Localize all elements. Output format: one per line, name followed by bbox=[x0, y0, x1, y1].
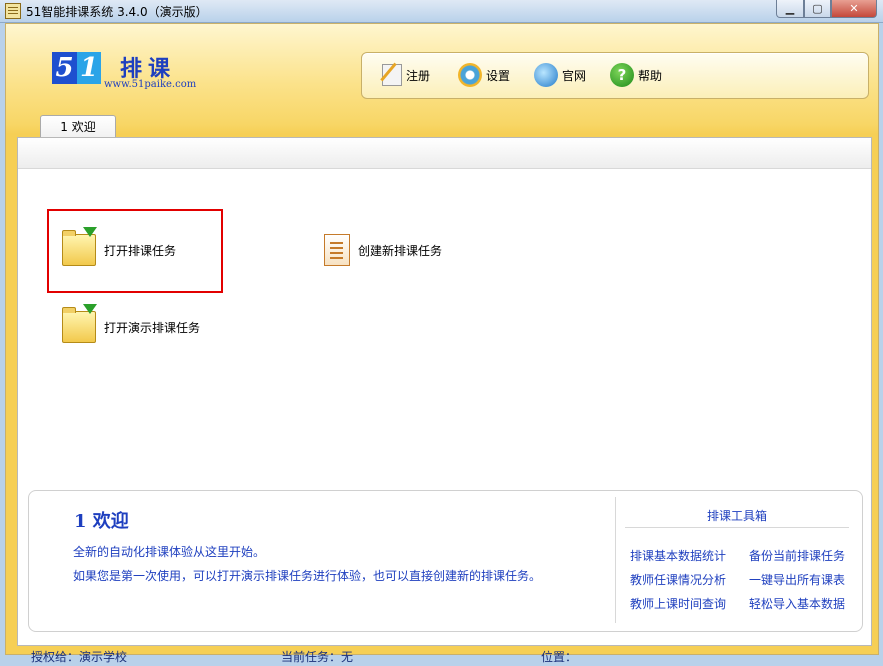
toolbox-title: 排课工具箱 bbox=[706, 509, 767, 523]
tool-link-export-timetables[interactable]: 一键导出所有课表 bbox=[749, 571, 845, 588]
content-header-band bbox=[18, 138, 871, 169]
panel-divider bbox=[615, 497, 616, 623]
demo-folder-icon bbox=[62, 304, 97, 343]
logo-url: www.51paike.com bbox=[104, 79, 197, 90]
website-globe-icon bbox=[534, 63, 558, 87]
register-icon bbox=[382, 64, 402, 86]
tool-link-import-data[interactable]: 轻松导入基本数据 bbox=[749, 595, 845, 612]
maximize-button[interactable]: ▢ bbox=[804, 0, 831, 18]
settings-label: 设置 bbox=[486, 68, 511, 83]
close-button[interactable]: ✕ bbox=[831, 0, 877, 18]
toolbar: 注册 设置 官网 ? 帮助 bbox=[361, 52, 869, 99]
tool-link-teacher-schedule[interactable]: 教师上课时间查询 bbox=[630, 595, 726, 612]
window-title: 51智能排课系统 3.4.0（演示版） bbox=[26, 5, 208, 19]
open-demo-task-label: 打开演示排课任务 bbox=[104, 320, 201, 335]
help-button[interactable]: ? 帮助 bbox=[610, 61, 662, 89]
main-frame: 5 1 排课 www.51paike.com 注册 设置 官网 ? 帮助 1 欢… bbox=[5, 23, 879, 664]
tool-link-teacher-analysis[interactable]: 教师任课情况分析 bbox=[630, 571, 726, 588]
toolbox-divider bbox=[625, 527, 849, 528]
window-controls: ▁ ▢ ✕ bbox=[776, 0, 877, 18]
title-bar: 51智能排课系统 3.4.0（演示版） ▁ ▢ ✕ bbox=[0, 0, 883, 23]
open-demo-task-button[interactable]: 打开演示排课任务 bbox=[62, 304, 201, 343]
logo-digit-1: 1 bbox=[77, 52, 101, 84]
website-label: 官网 bbox=[562, 68, 587, 83]
logo: 5 1 排课 www.51paike.com bbox=[52, 52, 232, 112]
status-licensed: 授权给：演示学校 bbox=[31, 650, 128, 664]
settings-button[interactable]: 设置 bbox=[458, 61, 510, 89]
register-label: 注册 bbox=[406, 68, 431, 83]
tab-welcome[interactable]: 1 欢迎 bbox=[40, 115, 116, 138]
website-button[interactable]: 官网 bbox=[534, 61, 586, 89]
welcome-panel: 1 欢迎 全新的自动化排课体验从这里开始。 如果您是第一次使用，可以打开演示排课… bbox=[28, 490, 863, 632]
help-label: 帮助 bbox=[638, 68, 663, 83]
tool-link-data-stats[interactable]: 排课基本数据统计 bbox=[630, 547, 726, 564]
create-task-label: 创建新排课任务 bbox=[358, 243, 443, 258]
welcome-line-1: 全新的自动化排课体验从这里开始。 bbox=[73, 545, 266, 559]
open-task-button[interactable]: 打开排课任务 bbox=[62, 227, 177, 266]
open-folder-icon bbox=[62, 227, 97, 266]
new-document-icon bbox=[324, 234, 350, 266]
minimize-button[interactable]: ▁ bbox=[776, 0, 804, 18]
open-task-label: 打开排课任务 bbox=[104, 243, 177, 258]
logo-digit-5: 5 bbox=[52, 52, 77, 84]
status-location: 位置： bbox=[541, 650, 578, 664]
help-icon: ? bbox=[610, 63, 634, 87]
welcome-line-2: 如果您是第一次使用，可以打开演示排课任务进行体验，也可以直接创建新的排课任务。 bbox=[73, 569, 542, 583]
app-icon bbox=[5, 3, 21, 19]
create-task-button[interactable]: 创建新排课任务 bbox=[324, 234, 442, 266]
welcome-content: 打开排课任务 创建新排课任务 打开演示排课任务 1 欢迎 全新的自动化排课体验从… bbox=[17, 137, 872, 646]
settings-gear-icon bbox=[458, 63, 482, 87]
register-button[interactable]: 注册 bbox=[382, 61, 430, 89]
status-bar: 授权给：演示学校 当前任务：无 位置： bbox=[17, 646, 870, 666]
tool-link-backup-task[interactable]: 备份当前排课任务 bbox=[749, 547, 845, 564]
status-current-task: 当前任务：无 bbox=[281, 650, 354, 664]
welcome-title: 1 欢迎 bbox=[74, 511, 129, 532]
